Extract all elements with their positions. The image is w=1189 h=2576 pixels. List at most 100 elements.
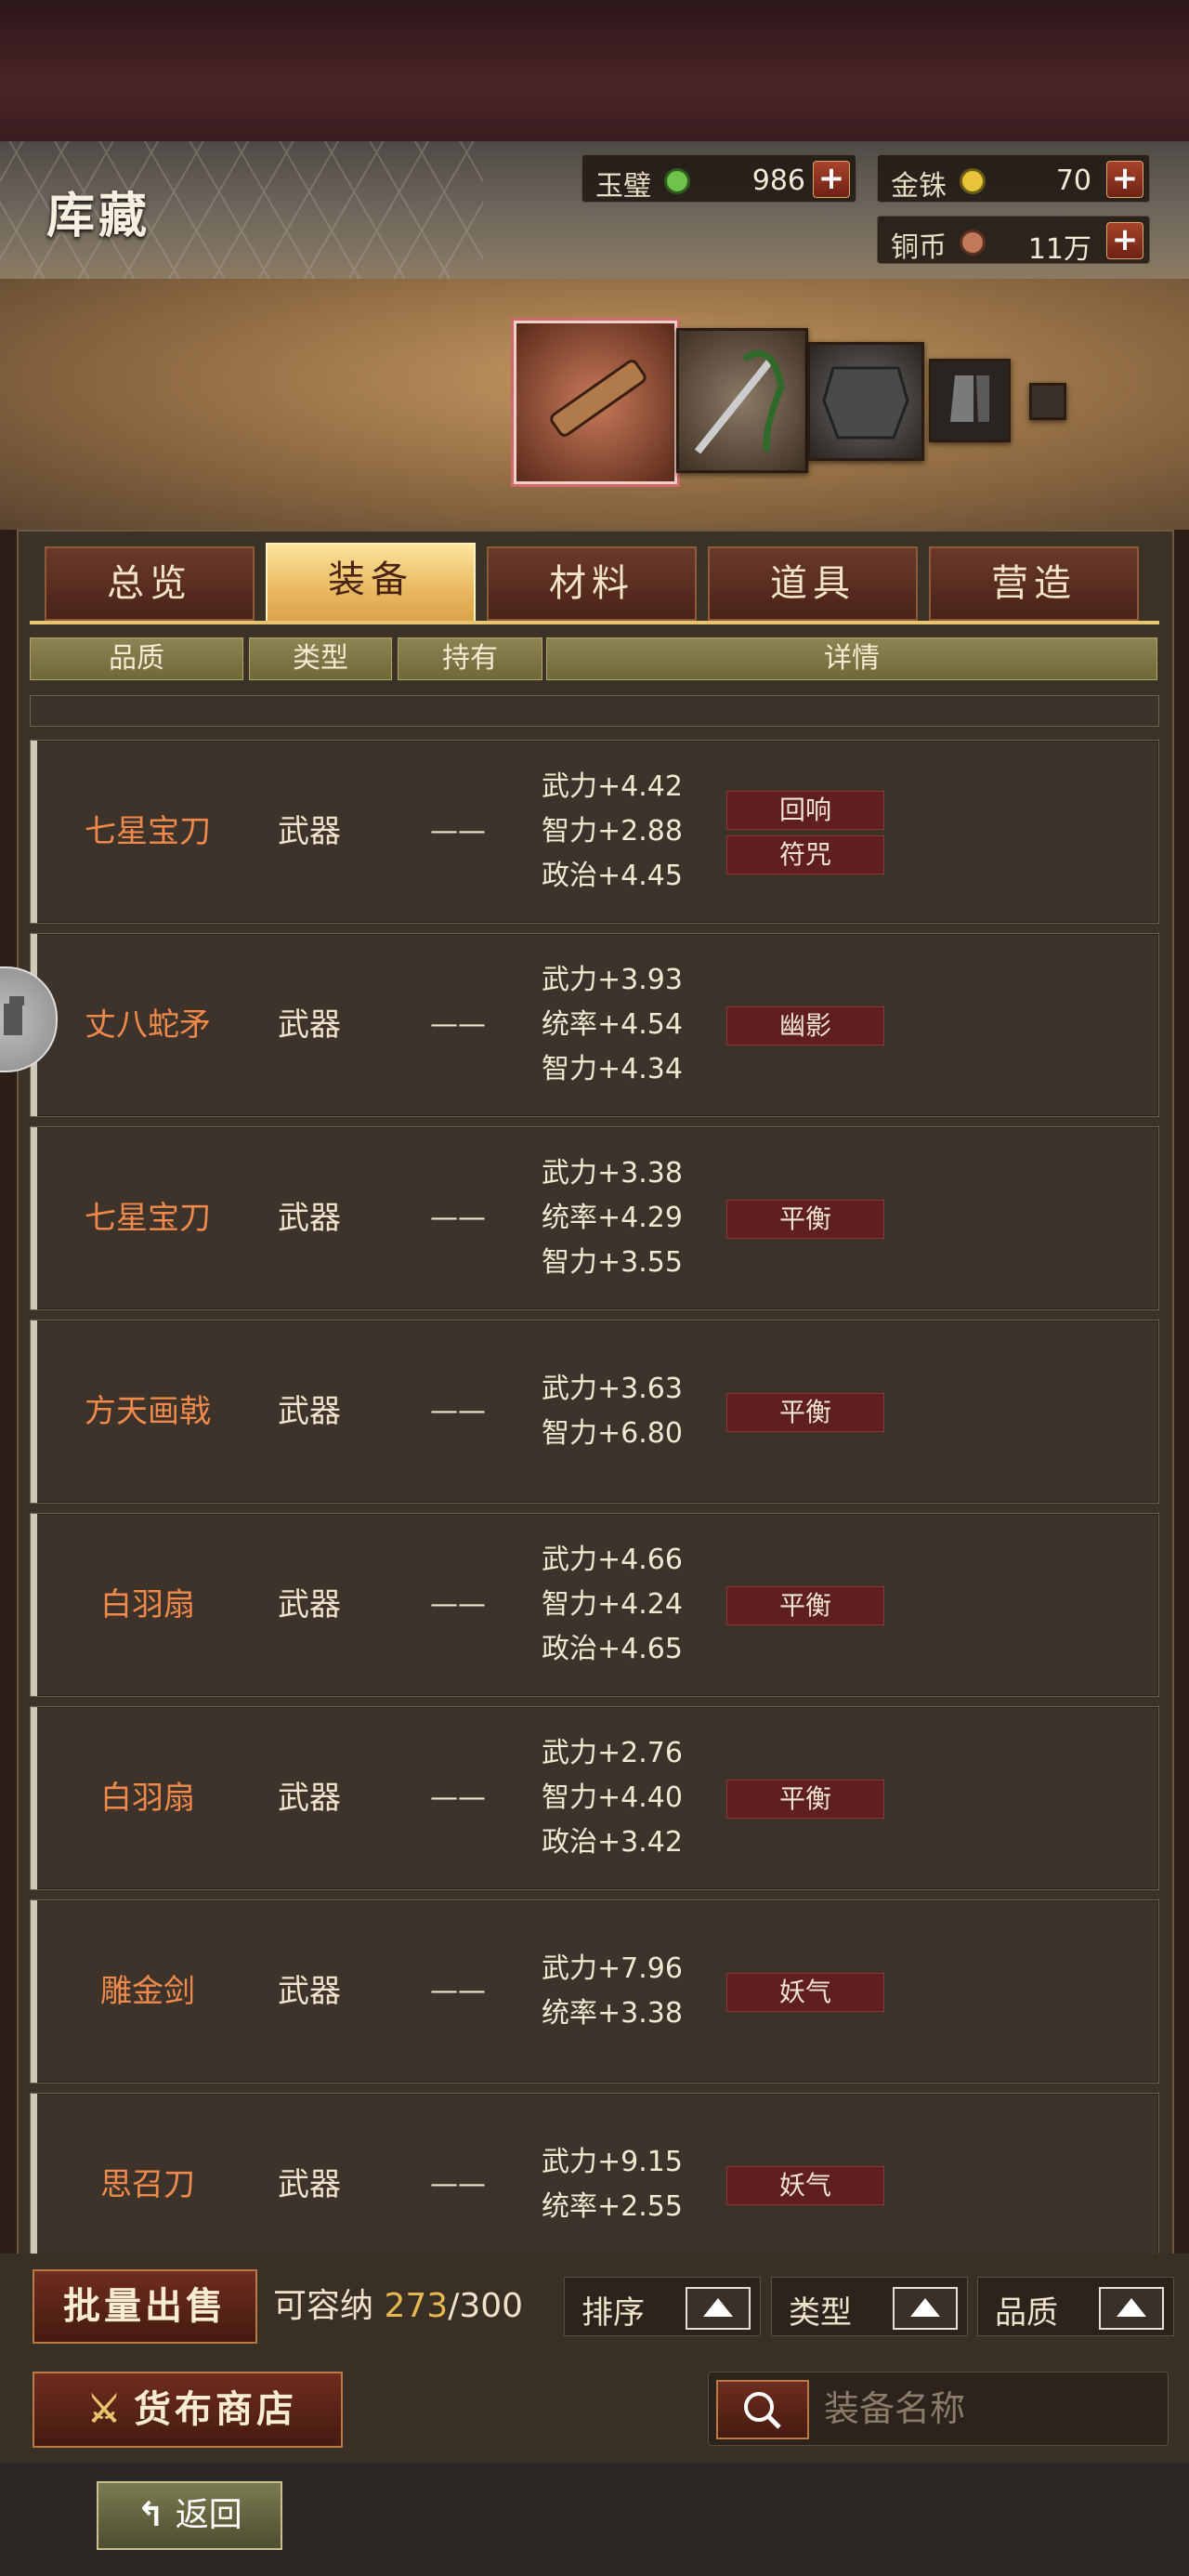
currency-label: 铜币 <box>891 231 947 264</box>
column-quality[interactable]: 品质 <box>30 637 243 680</box>
currency-value: 11万 <box>1027 233 1091 266</box>
item-stat: 统率+3.38 <box>542 1997 683 2030</box>
item-trait-tag: 平衡 <box>726 1780 884 1819</box>
tab-construction[interactable]: 营造 <box>929 546 1139 621</box>
table-row[interactable]: 丈八蛇矛 武器 —— 武力+3.93 统率+4.54 智力+4.34 幽影 <box>30 933 1159 1117</box>
item-name: 七星宝刀 <box>85 1200 211 1237</box>
item-stat: 智力+3.55 <box>542 1246 683 1279</box>
table-row[interactable]: 方天画戟 武器 —— 武力+3.63 智力+6.80 平衡 <box>30 1320 1159 1504</box>
item-stat: 政治+4.45 <box>542 860 683 892</box>
item-holder: —— <box>430 1975 486 2007</box>
tab-overview[interactable]: 总览 <box>45 546 255 621</box>
item-type: 武器 <box>278 1780 341 1817</box>
sort-arrow-up-icon[interactable] <box>686 2287 751 2330</box>
back-label: 返回 <box>175 2496 242 2534</box>
currency-value: 986 <box>751 164 805 197</box>
spear-icon: ⚔ <box>87 2387 124 2431</box>
capacity-label: 可容纳 <box>273 2287 374 2325</box>
add-gold-button[interactable]: + <box>1106 161 1143 198</box>
item-trait-tag: 回响 <box>726 791 884 830</box>
item-holder: —— <box>430 1202 486 1234</box>
quality-filter-control[interactable]: 品质 <box>977 2277 1174 2336</box>
item-stat: 智力+2.88 <box>542 815 683 848</box>
add-copper-button[interactable]: + <box>1106 222 1143 259</box>
tab-items[interactable]: 道具 <box>708 546 918 621</box>
item-type: 武器 <box>278 1586 341 1623</box>
item-stat: 武力+9.15 <box>542 2146 683 2178</box>
item-holder: —— <box>430 1588 486 1621</box>
thumbnail-armor[interactable] <box>807 342 924 461</box>
zither-icon <box>550 360 647 437</box>
currency-label: 玉璧 <box>595 170 651 203</box>
back-arrow-icon: ↰ <box>137 2496 165 2534</box>
add-jade-button[interactable]: + <box>813 161 850 198</box>
type-filter-control[interactable]: 类型 <box>771 2277 968 2336</box>
jade-icon <box>664 168 690 194</box>
item-stat: 武力+3.93 <box>542 964 683 996</box>
table-row[interactable]: 思召刀 武器 —— 武力+9.15 统率+2.55 妖气 <box>30 2093 1159 2277</box>
item-trait-tag: 妖气 <box>726 1973 884 2012</box>
search-box[interactable] <box>708 2372 1169 2446</box>
search-input[interactable] <box>822 2382 1151 2436</box>
table-row[interactable]: 七星宝刀 武器 —— 武力+4.42 智力+2.88 政治+4.45 回响 符咒 <box>30 740 1159 924</box>
item-trait-tag: 幽影 <box>726 1006 884 1045</box>
tab-materials[interactable]: 材料 <box>487 546 697 621</box>
search-icon[interactable] <box>716 2380 809 2439</box>
item-type: 武器 <box>278 1393 341 1430</box>
currency-jade: 玉璧 986 + <box>581 154 856 203</box>
column-details: 详情 <box>546 637 1157 680</box>
copper-coin-icon <box>960 230 986 256</box>
quality-arrow-up-icon[interactable] <box>1099 2287 1164 2330</box>
item-type: 武器 <box>278 1006 341 1044</box>
thumbnail-zither[interactable] <box>514 321 677 484</box>
item-type: 武器 <box>278 813 341 850</box>
type-arrow-up-icon[interactable] <box>893 2287 958 2330</box>
thumbnail-boots[interactable] <box>929 359 1011 442</box>
item-trait-tag: 平衡 <box>726 1393 884 1432</box>
bulk-sell-button[interactable]: 批量出售 <box>33 2269 257 2344</box>
item-type: 武器 <box>278 1973 341 2010</box>
quality-bar <box>31 741 37 923</box>
quality-bar <box>31 1707 37 1889</box>
item-stat: 武力+3.38 <box>542 1157 683 1189</box>
quality-bar <box>31 1321 37 1503</box>
item-name: 雕金剑 <box>100 1973 195 2010</box>
table-row[interactable]: 白羽扇 武器 —— 武力+2.76 智力+4.40 政治+3.42 平衡 <box>30 1706 1159 1890</box>
item-holder: —— <box>430 1395 486 1427</box>
column-holder[interactable]: 持有 <box>398 637 542 680</box>
boots-icon <box>950 375 989 422</box>
currency-value: 70 <box>1055 164 1091 197</box>
currency-gold: 金铢 70 + <box>877 154 1150 203</box>
tab-equipment[interactable]: 装备 <box>266 543 476 624</box>
sort-control[interactable]: 排序 <box>564 2277 761 2336</box>
item-trait-tag: 平衡 <box>726 1586 884 1625</box>
item-stat: 统率+2.55 <box>542 2190 683 2223</box>
type-filter-label: 类型 <box>789 2294 852 2332</box>
item-stat: 智力+4.34 <box>542 1053 683 1085</box>
item-name: 丈八蛇矛 <box>85 1006 211 1044</box>
item-stat: 智力+6.80 <box>542 1417 683 1450</box>
back-button[interactable]: ↰ 返回 <box>97 2481 282 2550</box>
capacity-total: /300 <box>448 2287 524 2325</box>
currency-copper: 铜币 11万 + <box>877 216 1150 266</box>
item-stat: 武力+4.66 <box>542 1544 683 1576</box>
capacity-indicator: 可容纳 273/300 <box>273 2279 523 2327</box>
item-holder: —— <box>430 1781 486 1814</box>
side-drawer-handle[interactable] <box>0 966 58 1072</box>
item-holder: —— <box>430 1008 486 1041</box>
item-holder: —— <box>430 2168 486 2201</box>
table-row[interactable]: 雕金剑 武器 —— 武力+7.96 统率+3.38 妖气 <box>30 1899 1159 2083</box>
item-type: 武器 <box>278 1200 341 1237</box>
quality-bar <box>31 1900 37 2083</box>
thumbnail-small[interactable] <box>1029 383 1066 420</box>
armor-icon <box>822 366 909 440</box>
blade-icon <box>694 349 785 454</box>
drawer-icon <box>4 996 24 1035</box>
currency-shop-label: 货布商店 <box>134 2387 297 2431</box>
currency-shop-button[interactable]: ⚔ 货布商店 <box>33 2372 343 2448</box>
table-row[interactable]: 七星宝刀 武器 —— 武力+3.38 统率+4.29 智力+3.55 平衡 <box>30 1126 1159 1310</box>
column-type[interactable]: 类型 <box>249 637 392 680</box>
item-stat: 武力+7.96 <box>542 1952 683 1985</box>
table-row[interactable]: 白羽扇 武器 —— 武力+4.66 智力+4.24 政治+4.65 平衡 <box>30 1513 1159 1697</box>
thumbnail-scissor-blade[interactable] <box>676 328 808 473</box>
